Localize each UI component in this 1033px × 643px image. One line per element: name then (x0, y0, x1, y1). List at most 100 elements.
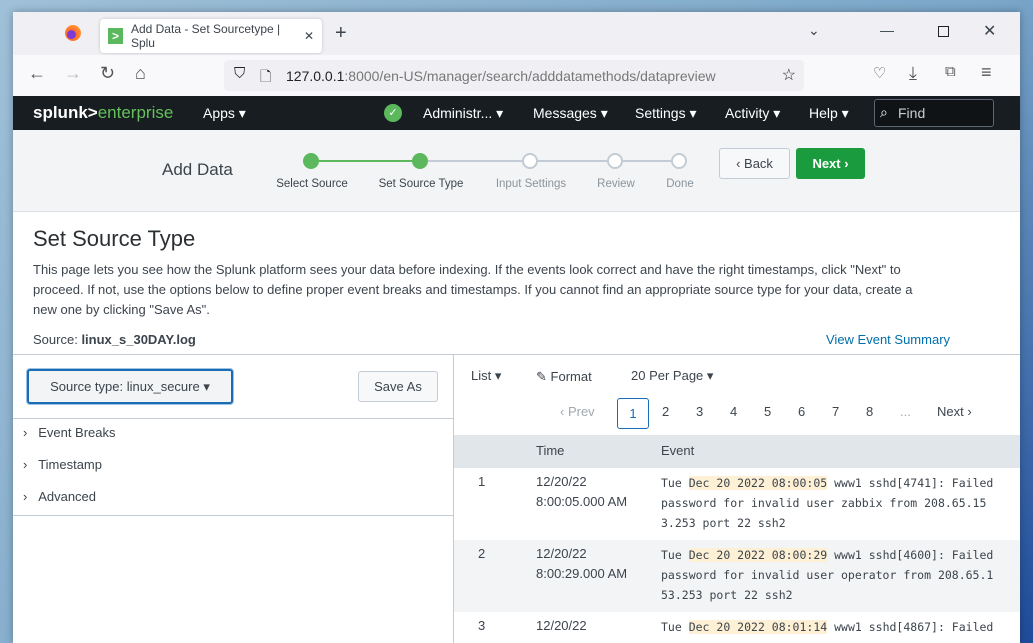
section-timestamp[interactable]: › Timestamp (23, 455, 102, 475)
close-tab-icon[interactable]: ✕ (304, 29, 314, 43)
shield-icon: ⛉ (234, 65, 246, 82)
step-label: Select Source (276, 178, 348, 190)
prev-page-button[interactable]: ‹ Prev (560, 402, 595, 422)
minimize-icon[interactable]: — (880, 22, 894, 38)
source-line: Source: linux_s_30DAY.log (33, 330, 196, 350)
divider (13, 418, 453, 419)
bookmark-star-icon[interactable]: ☆ (782, 65, 796, 85)
browser-window: > Add Data - Set Sourcetype | Splu ✕ + ⌄ —… (13, 12, 1020, 643)
event-prefix: Tue (661, 620, 689, 634)
source-type-dropdown[interactable]: Source type: linux_secure ▾ (27, 369, 233, 404)
page-title: Set Source Type (33, 226, 196, 251)
save-as-button[interactable]: Save As (358, 371, 438, 402)
back-button[interactable]: ‹ Back (719, 148, 790, 179)
next-page-button[interactable]: Next › (937, 402, 972, 422)
splunk-logo[interactable]: splunk>enterprise (33, 103, 173, 123)
row-number: 2 (478, 546, 486, 561)
per-page-dropdown[interactable]: 20 Per Page ▾ (631, 366, 713, 386)
page-button[interactable]: 3 (696, 402, 703, 422)
back-icon[interactable]: ← (28, 63, 46, 84)
event-line: password for invalid user operator from … (661, 568, 994, 582)
page-ellipsis: ... (900, 404, 911, 419)
progress-line-done (311, 160, 421, 162)
page-1-button[interactable]: 1 (617, 398, 649, 429)
section-label: Event Breaks (38, 425, 116, 440)
menu-icon[interactable]: ≡ (981, 62, 992, 83)
apps-menu[interactable]: Apps ▾ (203, 105, 246, 122)
view-event-summary-link[interactable]: View Event Summary (826, 330, 950, 350)
format-label: Format (550, 369, 592, 384)
settings-menu[interactable]: Settings ▾ (635, 105, 697, 122)
source-label: Source: (33, 332, 78, 347)
event-line: password for invalid user zabbix from 20… (661, 496, 987, 510)
event-timestamp-highlight: Dec 20 2022 08:01:14 (688, 620, 828, 634)
event-timestamp-highlight: Dec 20 2022 08:00:29 (688, 548, 828, 562)
wizard-title: Add Data (162, 160, 233, 179)
maximize-icon[interactable] (938, 26, 949, 37)
home-icon[interactable]: ⌂ (135, 63, 146, 84)
health-ok-icon[interactable]: ✓ (384, 104, 402, 122)
page-button[interactable]: 7 (832, 402, 839, 422)
event-timestamp-highlight: Dec 20 2022 08:00:05 (688, 476, 828, 490)
logo-enterprise: enterprise (97, 103, 174, 122)
section-advanced[interactable]: › Advanced (23, 487, 96, 507)
page-button[interactable]: 4 (730, 402, 737, 422)
forward-icon[interactable]: → (64, 63, 82, 84)
splunk-favicon: > (108, 28, 123, 44)
chevron-right-icon: › (23, 457, 28, 472)
help-menu[interactable]: Help ▾ (809, 105, 849, 122)
messages-menu[interactable]: Messages ▾ (533, 105, 608, 122)
pocket-icon[interactable]: ♡ (873, 64, 886, 82)
row-number: 1 (478, 474, 486, 489)
chevron-right-icon: › (23, 489, 28, 504)
extensions-icon[interactable]: ⧉ (945, 63, 956, 80)
tab-title: Add Data - Set Sourcetype | Splu (130, 22, 281, 50)
event-prefix: Tue (661, 548, 689, 562)
admin-menu[interactable]: Administr... ▾ (423, 105, 503, 122)
event-date: 12/20/22 (536, 618, 587, 633)
column-header-event[interactable]: Event (661, 441, 694, 461)
find-input[interactable]: ⌕ Find (874, 99, 994, 127)
step-dot-done (303, 153, 319, 169)
section-event-breaks[interactable]: › Event Breaks (23, 423, 116, 443)
step-dot-current (412, 153, 428, 169)
table-row: 2 12/20/22 8:00:29.000 AM Tue Dec 20 2022… (454, 540, 1020, 612)
event-date: 12/20/22 (536, 474, 587, 489)
splunk-header: splunk>enterprise Apps ▾ ✓ Administr... … (13, 96, 1020, 130)
pencil-icon: ✎ (536, 369, 547, 384)
event-line: www1 sshd[4600]: Failed (827, 548, 994, 562)
activity-menu[interactable]: Activity ▾ (725, 105, 780, 122)
new-tab-icon[interactable]: + (335, 22, 347, 45)
page-button[interactable]: 8 (866, 402, 873, 422)
list-view-dropdown[interactable]: List ▾ (471, 366, 501, 386)
format-button[interactable]: ✎ Format (536, 367, 592, 387)
table-header: Time Event (454, 435, 1020, 468)
url-bar[interactable]: ⛉ 🗋 127.0.0.1:8000/en-US/manager/search/… (224, 60, 804, 91)
download-icon[interactable]: ⤓ (909, 63, 917, 84)
table-row: 3 12/20/22 Tue Dec 20 2022 08:01:14 www1… (454, 612, 1020, 643)
page-button[interactable]: 6 (798, 402, 805, 422)
tab-list-icon[interactable]: ⌄ (808, 22, 820, 39)
event-date: 12/20/22 (536, 546, 587, 561)
reload-icon[interactable]: ↻ (100, 63, 115, 84)
chevron-right-icon: › (23, 425, 28, 440)
event-text: Tue Dec 20 2022 08:00:29 www1 sshd[4600]… (661, 545, 993, 605)
event-line: 53.253 port 22 ssh2 (661, 588, 793, 602)
event-line: www1 sshd[4741]: Failed (827, 476, 994, 490)
page-button[interactable]: 2 (662, 402, 669, 422)
event-clock: 8:00:29.000 AM (536, 566, 628, 581)
find-placeholder: Find (898, 105, 926, 121)
progress-line-todo (421, 160, 679, 162)
browser-tab[interactable]: > Add Data - Set Sourcetype | Splu ✕ (100, 19, 322, 53)
nav-bar: ← → ↻ ⌂ ⛉ 🗋 127.0.0.1:8000/en-US/manager… (13, 55, 1020, 96)
page-button[interactable]: 5 (764, 402, 771, 422)
next-button[interactable]: Next › (796, 148, 865, 179)
page-description: This page lets you see how the Splunk pl… (33, 262, 913, 317)
step-label: Input Settings (495, 178, 567, 190)
close-window-icon[interactable]: ✕ (983, 21, 996, 41)
row-number: 3 (478, 618, 486, 633)
event-time: 12/20/22 8:00:05.000 AM (536, 472, 627, 512)
url-host: 127.0.0.1 (286, 67, 345, 84)
page-icon: 🗋 (260, 68, 272, 84)
column-header-time[interactable]: Time (536, 441, 564, 461)
